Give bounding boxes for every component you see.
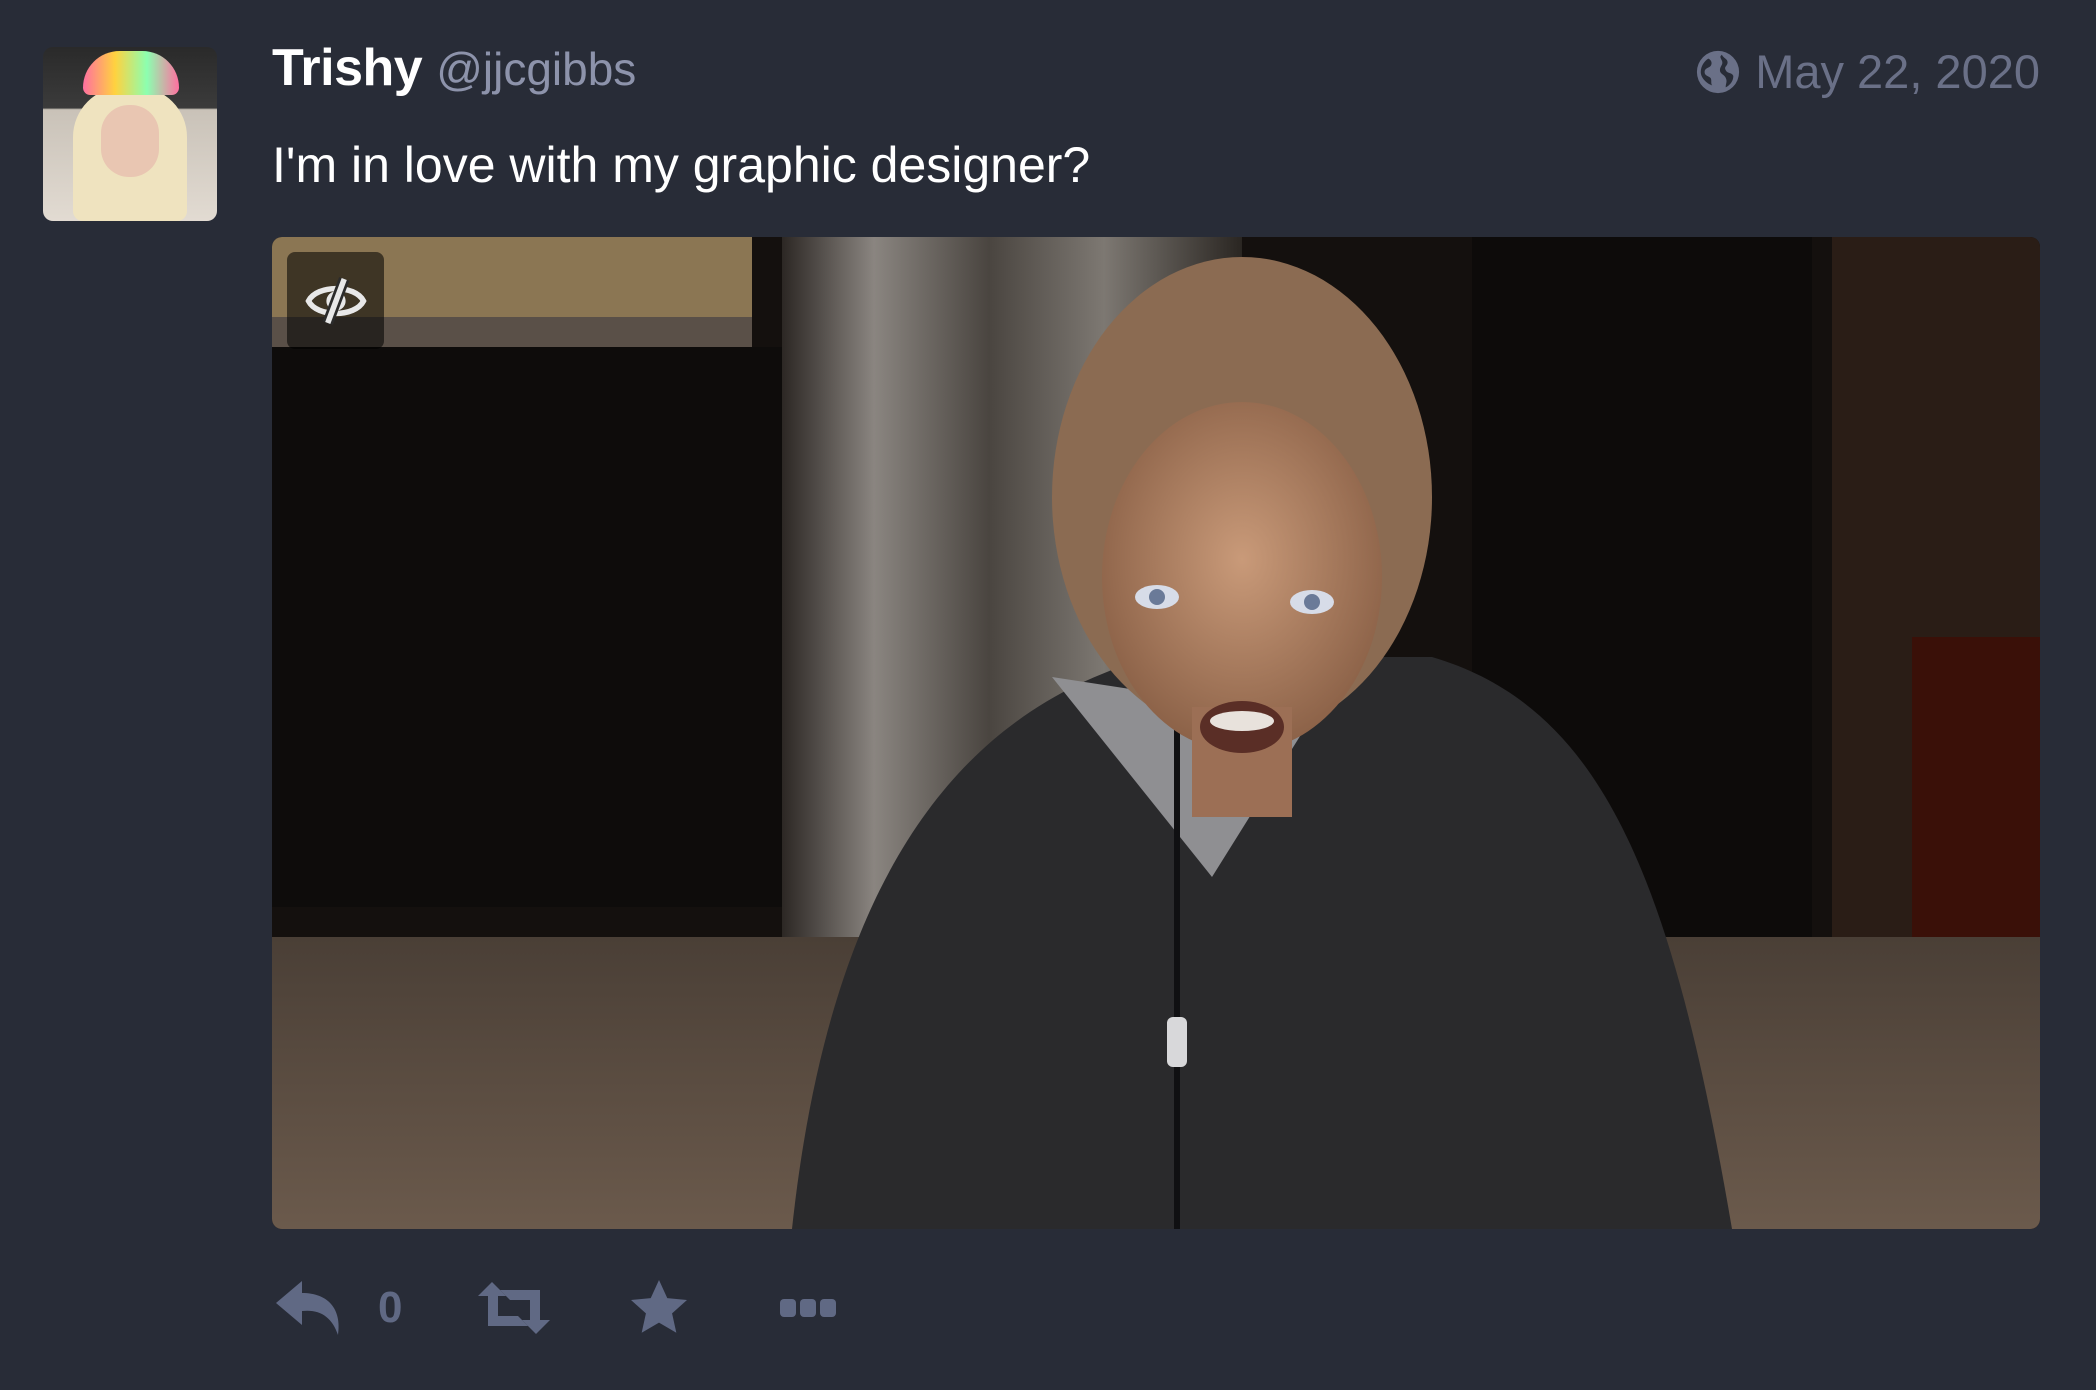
reply-count: 0 <box>378 1283 403 1332</box>
avatar-face <box>101 105 159 177</box>
status-timestamp[interactable]: May 22, 2020 <box>1695 44 2040 99</box>
star-icon <box>631 1280 687 1333</box>
video-thumbnail <box>272 237 2040 1229</box>
status-action-bar: 0 <box>272 1268 836 1348</box>
globe-icon <box>1697 50 1740 93</box>
avatar-hat <box>83 51 179 95</box>
favourite-button[interactable] <box>552 1276 692 1340</box>
status-header: Trishy @jjcgibbs <box>272 38 636 108</box>
boost-icon <box>478 1282 550 1334</box>
display-name[interactable]: Trishy <box>272 38 423 98</box>
more-icon <box>780 1299 836 1317</box>
more-button[interactable] <box>692 1297 836 1319</box>
media-video[interactable] <box>272 237 2040 1229</box>
status-content: I'm in love with my graphic designer? <box>272 137 1091 193</box>
hide-media-button[interactable] <box>287 252 384 349</box>
reply-button[interactable]: 0 <box>272 1277 410 1339</box>
username[interactable]: @jjcgibbs <box>436 42 636 96</box>
eye-slash-icon <box>304 276 367 325</box>
boost-button[interactable] <box>410 1278 552 1338</box>
reply-icon <box>276 1281 339 1335</box>
timestamp-text: May 22, 2020 <box>1755 45 2040 98</box>
status-card: Trishy @jjcgibbs May 22, 2020 I'm in lov… <box>0 0 2096 1390</box>
avatar[interactable] <box>43 47 217 221</box>
